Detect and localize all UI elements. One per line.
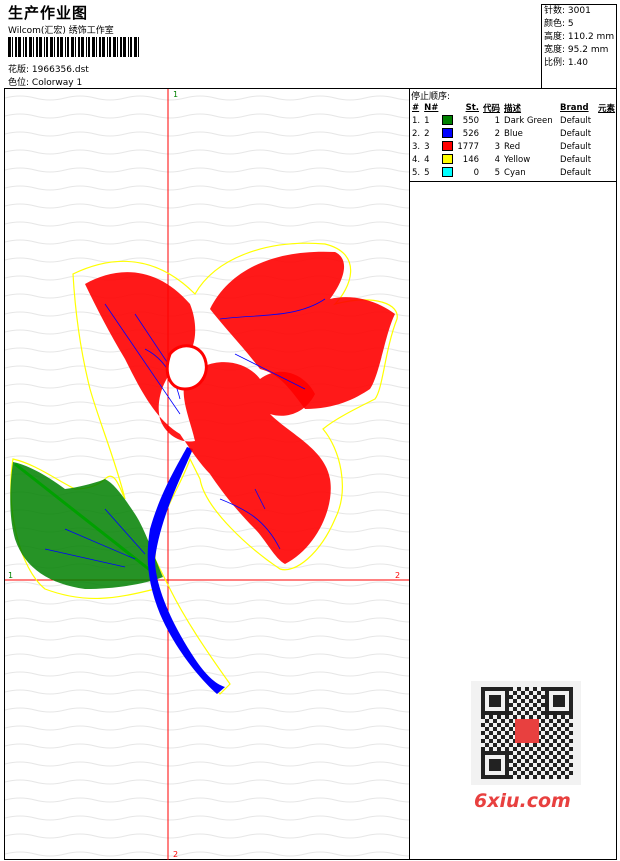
qr-code xyxy=(471,681,581,785)
cell-stitches: 1777 xyxy=(457,141,480,152)
studio-name: Wilcom(汇宏) 绣饰工作室 xyxy=(8,26,114,36)
cell-idx: 4. xyxy=(412,154,421,165)
cell-element xyxy=(596,153,617,166)
axis-label-top: 1 xyxy=(173,90,178,99)
design-file-value: 1966356.dst xyxy=(31,65,89,75)
cell-stitches: 550 xyxy=(462,115,480,126)
axis-label-left: 1 xyxy=(8,571,13,580)
design-stats: 针数: 3001 颜色: 5 高度: 110.2 mm 宽度: 95.2 mm … xyxy=(544,5,614,70)
cell-n: 5 xyxy=(424,167,430,178)
cell-desc: Blue xyxy=(504,128,523,139)
cell-brand: Default xyxy=(560,167,592,178)
cell-stitches: 526 xyxy=(462,128,480,139)
cell-element xyxy=(596,114,617,127)
cell-idx: 3. xyxy=(412,141,421,152)
cell-swatch xyxy=(440,140,455,153)
table-row: 3. 3 1777 3 Red Default xyxy=(410,140,617,153)
color-swatch xyxy=(442,128,454,139)
cell-stitches: 0 xyxy=(473,167,480,178)
watermark-brand: 6xiu.com xyxy=(474,790,571,812)
col-element: 元素 xyxy=(598,103,616,114)
cell-code: 3 xyxy=(494,141,501,152)
cell-desc: Dark Green xyxy=(504,115,553,126)
cell-n: 3 xyxy=(424,141,430,152)
cell-brand: Default xyxy=(560,128,592,139)
cell-idx: 1. xyxy=(412,115,421,126)
cell-element xyxy=(596,166,617,179)
color-swatch xyxy=(442,141,454,152)
design-canvas: 1 2 1 2 xyxy=(5,89,409,860)
cell-brand: Default xyxy=(560,115,592,126)
cell-code: 1 xyxy=(494,115,501,126)
table-row: 5. 5 0 5 Cyan Default xyxy=(410,166,617,179)
stop-sequence-table: # N# St. 代码 描述 Brand 元素 1. 1 550 1 Dark Gree… xyxy=(410,101,617,179)
cell-swatch xyxy=(440,127,455,140)
cell-swatch xyxy=(440,166,455,179)
stat-stitches: 针数: 3001 xyxy=(544,6,591,16)
design-file-label: 花版: xyxy=(8,65,30,75)
cell-desc: Red xyxy=(504,141,521,152)
stat-height: 高度: 110.2 mm xyxy=(544,32,615,42)
color-swatch xyxy=(442,154,454,165)
colorway-label: 色位: xyxy=(8,78,30,88)
cell-n: 2 xyxy=(424,128,430,139)
axis-label-bottom: 2 xyxy=(173,850,178,859)
divider xyxy=(409,181,617,182)
design-file: 花版: 1966356.dst xyxy=(8,62,89,75)
color-swatch xyxy=(442,167,454,178)
stat-width: 宽度: 95.2 mm xyxy=(544,45,609,55)
col-n: N# xyxy=(424,102,439,113)
divider xyxy=(541,4,542,88)
cell-swatch xyxy=(440,114,455,127)
table-row: 4. 4 146 4 Yellow Default xyxy=(410,153,617,166)
cell-brand: Default xyxy=(560,154,592,165)
cell-idx: 5. xyxy=(412,167,421,178)
col-brand: Brand xyxy=(560,102,589,113)
divider xyxy=(409,88,410,860)
cell-element xyxy=(596,127,617,140)
cell-code: 2 xyxy=(494,128,501,139)
col-index: # xyxy=(412,102,420,113)
cell-idx: 2. xyxy=(412,128,421,139)
fabric-texture xyxy=(5,89,409,860)
color-swatch xyxy=(442,115,454,126)
flower-center xyxy=(165,344,208,391)
table-header: # N# St. 代码 描述 Brand 元素 xyxy=(410,101,617,114)
col-code: 代码 xyxy=(483,103,501,114)
cell-desc: Yellow xyxy=(504,154,531,165)
stat-colors: 颜色: 5 xyxy=(544,19,574,29)
divider xyxy=(541,4,617,5)
embroidery-preview: 1 2 1 2 xyxy=(5,89,409,860)
cell-desc: Cyan xyxy=(504,167,526,178)
axis-label-right: 2 xyxy=(395,571,400,580)
cell-code: 5 xyxy=(494,167,501,178)
col-swatch xyxy=(440,101,455,114)
cell-n: 4 xyxy=(424,154,430,165)
cell-stitches: 146 xyxy=(462,154,480,165)
barcode xyxy=(8,37,139,57)
col-stitches: St. xyxy=(465,102,480,113)
cell-code: 4 xyxy=(494,154,501,165)
cell-element xyxy=(596,140,617,153)
colorway: 色位: Colorway 1 xyxy=(8,75,82,88)
cell-brand: Default xyxy=(560,141,592,152)
colorway-value: Colorway 1 xyxy=(31,78,83,88)
col-desc: 描述 xyxy=(504,103,522,114)
page-title: 生产作业图 xyxy=(8,4,89,22)
stat-scale: 比例: 1.40 xyxy=(544,58,588,68)
cell-swatch xyxy=(440,153,455,166)
table-row: 2. 2 526 2 Blue Default xyxy=(410,127,617,140)
cell-n: 1 xyxy=(424,115,430,126)
table-row: 1. 1 550 1 Dark Green Default xyxy=(410,114,617,127)
